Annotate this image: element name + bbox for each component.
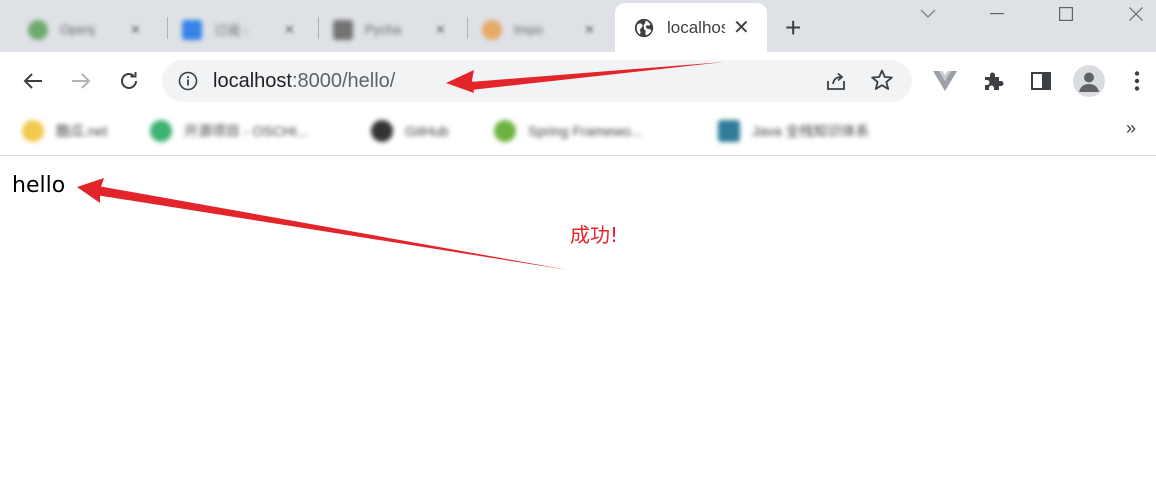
github-icon xyxy=(371,120,393,142)
bookmark-label: 酷瓜.net xyxy=(56,123,108,139)
tab-title: Openj xyxy=(60,22,95,37)
reload-icon xyxy=(121,72,137,89)
chevron-down-icon xyxy=(920,9,936,18)
tab-title: Pycha xyxy=(365,22,402,37)
bookmark-favicon-icon xyxy=(150,120,172,142)
url-text[interactable]: localhost:8000/hello/ xyxy=(213,70,395,93)
bookmark-favicon-icon xyxy=(718,120,740,142)
share-icon[interactable] xyxy=(824,69,848,93)
extensions-button[interactable] xyxy=(980,68,1006,94)
tab-close-icon[interactable]: ✕ xyxy=(284,22,295,38)
forward-button[interactable] xyxy=(68,68,94,94)
person-icon xyxy=(1079,72,1099,92)
bookmark-item[interactable]: 开源项目 - OSCHI... xyxy=(150,118,308,144)
maximize-button[interactable] xyxy=(1046,0,1086,28)
bookmark-item[interactable]: Spring Framewo... xyxy=(494,118,642,144)
tab-import[interactable]: Impo ✕ xyxy=(468,7,618,52)
page-body-text: hello xyxy=(12,173,66,198)
minimize-button[interactable] xyxy=(977,0,1017,28)
annotation-text: 成功! xyxy=(570,223,619,247)
tab-favicon-icon xyxy=(182,19,202,40)
page-content: hello 成功! xyxy=(0,157,1156,483)
bookmark-label: 开源项目 - OSCHI... xyxy=(184,123,309,139)
tab-favicon-icon xyxy=(482,19,502,40)
tab-close-icon[interactable]: ✕ xyxy=(130,22,141,38)
bookmark-favicon-icon xyxy=(22,120,44,142)
info-icon[interactable] xyxy=(178,71,198,91)
tab-title: Impo xyxy=(514,22,543,37)
bookmark-item[interactable]: 酷瓜.net xyxy=(22,118,107,144)
close-icon xyxy=(1129,7,1143,21)
more-vert-icon xyxy=(1134,71,1140,91)
bookmark-item[interactable]: GitHub xyxy=(371,118,449,144)
side-panel-button[interactable] xyxy=(1028,68,1054,94)
tab-openj[interactable]: Openj ✕ xyxy=(14,7,164,52)
tab-favicon-icon xyxy=(333,19,353,40)
tab-close-icon[interactable]: ✕ xyxy=(435,22,446,38)
tab-search-button[interactable] xyxy=(908,0,948,28)
tab-title: 订阅 - xyxy=(214,23,248,38)
minimize-icon xyxy=(990,13,1004,15)
url-host: localhost xyxy=(213,70,292,92)
active-tab-title: localhost xyxy=(667,17,725,37)
bookmark-favicon-icon xyxy=(494,120,516,142)
back-button[interactable] xyxy=(20,68,46,94)
tab-strip: Openj ✕ 订阅 - ✕ Pycha ✕ Impo ✕ localhost … xyxy=(0,0,1156,52)
arrow-left-icon xyxy=(23,73,42,89)
address-bar[interactable]: localhost:8000/hello/ xyxy=(162,60,912,102)
browser-toolbar: localhost:8000/hello/ xyxy=(0,52,1156,108)
vue-logo-icon xyxy=(933,71,957,91)
bookmark-item[interactable]: Java 全栈知识体系 xyxy=(718,118,869,144)
tab-subscribe[interactable]: 订阅 - ✕ xyxy=(168,7,318,52)
tab-close-icon[interactable]: ✕ xyxy=(584,22,595,38)
close-window-button[interactable] xyxy=(1116,0,1156,28)
tab-close-icon[interactable]: ✕ xyxy=(733,18,750,38)
bookmarks-overflow-button[interactable]: » xyxy=(1126,118,1136,139)
side-panel-icon xyxy=(1031,72,1051,90)
reload-button[interactable] xyxy=(116,68,142,94)
bookmarks-bar: 酷瓜.net 开源项目 - OSCHI... GitHub Spring Fra… xyxy=(0,108,1156,156)
bookmark-label: Spring Framewo... xyxy=(528,123,643,139)
star-icon[interactable] xyxy=(870,68,894,92)
bookmark-label: GitHub xyxy=(405,123,449,139)
tab-localhost-active[interactable]: localhost ✕ xyxy=(615,3,767,52)
maximize-icon xyxy=(1059,7,1073,21)
tab-pycharm[interactable]: Pycha ✕ xyxy=(319,7,469,52)
vue-devtools-extension[interactable] xyxy=(932,68,958,94)
arrow-right-icon xyxy=(72,73,91,89)
profile-avatar[interactable] xyxy=(1073,65,1105,97)
new-tab-button[interactable]: + xyxy=(785,14,801,42)
bookmark-label: Java 全栈知识体系 xyxy=(752,123,870,139)
url-path: :8000/hello/ xyxy=(291,70,396,92)
puzzle-icon xyxy=(985,72,1004,90)
tab-favicon-icon xyxy=(28,19,48,40)
globe-icon xyxy=(634,18,654,37)
menu-button[interactable] xyxy=(1124,68,1150,94)
